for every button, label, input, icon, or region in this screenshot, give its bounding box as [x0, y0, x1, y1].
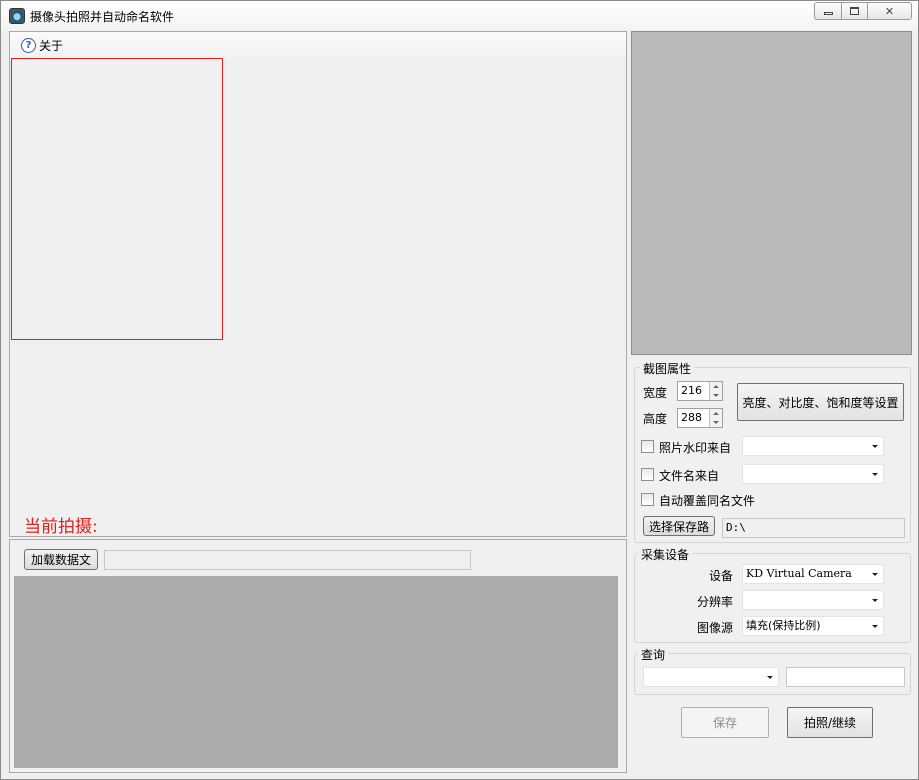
data-grid[interactable]	[14, 576, 618, 768]
spin-down-icon	[713, 394, 719, 397]
filename-source-select[interactable]	[742, 464, 884, 484]
image-adjust-button[interactable]: 亮度、对比度、饱和度等设置	[737, 383, 904, 421]
chevron-down-icon	[872, 625, 878, 628]
watermark-checkbox[interactable]	[641, 440, 654, 453]
overwrite-checkbox[interactable]	[641, 493, 654, 506]
watermark-label: 照片水印来自	[659, 441, 732, 455]
height-spinner-arrows[interactable]	[709, 409, 722, 427]
current-capture-label: 当前拍摄:	[24, 517, 98, 537]
maximize-button[interactable]	[841, 2, 867, 20]
filename-checkbox[interactable]	[641, 468, 654, 481]
device-label: 设备	[709, 569, 734, 583]
data-file-path-field	[104, 550, 471, 570]
menu-bar: ? 关于	[10, 32, 626, 58]
close-button[interactable]: ✕	[867, 2, 912, 20]
resolution-label: 分辨率	[697, 595, 734, 609]
data-panel: 加载数据文	[9, 539, 627, 773]
width-spinner-arrows[interactable]	[709, 382, 722, 400]
main-window: 摄像头拍照并自动命名软件 ✕ ? 关于 当前拍摄: 加载数据文 截图属性 宽度 …	[0, 0, 919, 780]
window-title: 摄像头拍照并自动命名软件	[30, 10, 175, 24]
chevron-down-icon	[872, 473, 878, 476]
height-value: 288	[681, 411, 702, 424]
capture-continue-button[interactable]: 拍照/继续	[787, 707, 873, 738]
menu-item-about-label: 关于	[39, 39, 64, 53]
height-label: 高度	[643, 412, 668, 426]
spin-down-icon	[713, 421, 719, 424]
image-source-label: 图像源	[697, 621, 734, 635]
query-input[interactable]	[786, 667, 905, 687]
width-value: 216	[681, 384, 702, 397]
chevron-down-icon	[872, 573, 878, 576]
resolution-select[interactable]	[742, 590, 884, 610]
spin-up-icon	[713, 385, 719, 388]
capture-device-title: 采集设备	[638, 546, 693, 563]
help-icon: ?	[21, 38, 36, 53]
query-field-select[interactable]	[643, 667, 779, 687]
close-icon: ✕	[884, 4, 895, 18]
width-label: 宽度	[643, 386, 668, 400]
maximize-icon	[850, 7, 859, 15]
select-save-path-button[interactable]: 选择保存路	[643, 516, 715, 536]
save-path-field: D:\	[722, 518, 905, 538]
chevron-down-icon	[872, 599, 878, 602]
chevron-down-icon	[872, 445, 878, 448]
menu-item-about[interactable]: ? 关于	[21, 37, 63, 54]
minimize-button[interactable]	[814, 2, 841, 20]
crop-frame[interactable]	[11, 58, 223, 340]
watermark-source-select[interactable]	[742, 436, 884, 456]
save-button[interactable]: 保存	[681, 707, 769, 738]
overwrite-label: 自动覆盖同名文件	[659, 494, 756, 508]
device-select[interactable]: KD Virtual Camera	[742, 564, 884, 584]
title-bar[interactable]: 摄像头拍照并自动命名软件 ✕	[1, 1, 918, 30]
query-title: 查询	[638, 646, 669, 663]
spin-up-icon	[713, 412, 719, 415]
camera-app-icon	[9, 8, 25, 24]
camera-preview	[631, 31, 912, 355]
minimize-icon	[823, 12, 833, 15]
chevron-down-icon	[767, 676, 773, 679]
image-source-select[interactable]: 填充(保持比例)	[742, 616, 884, 636]
height-spinner[interactable]: 288	[677, 408, 723, 428]
width-spinner[interactable]: 216	[677, 381, 723, 401]
window-controls: ✕	[814, 2, 912, 20]
load-data-file-button[interactable]: 加载数据文	[24, 549, 98, 570]
capture-panel: ? 关于 当前拍摄:	[9, 31, 627, 537]
crop-properties-title: 截图属性	[640, 360, 695, 377]
filename-label: 文件名来自	[659, 469, 720, 483]
